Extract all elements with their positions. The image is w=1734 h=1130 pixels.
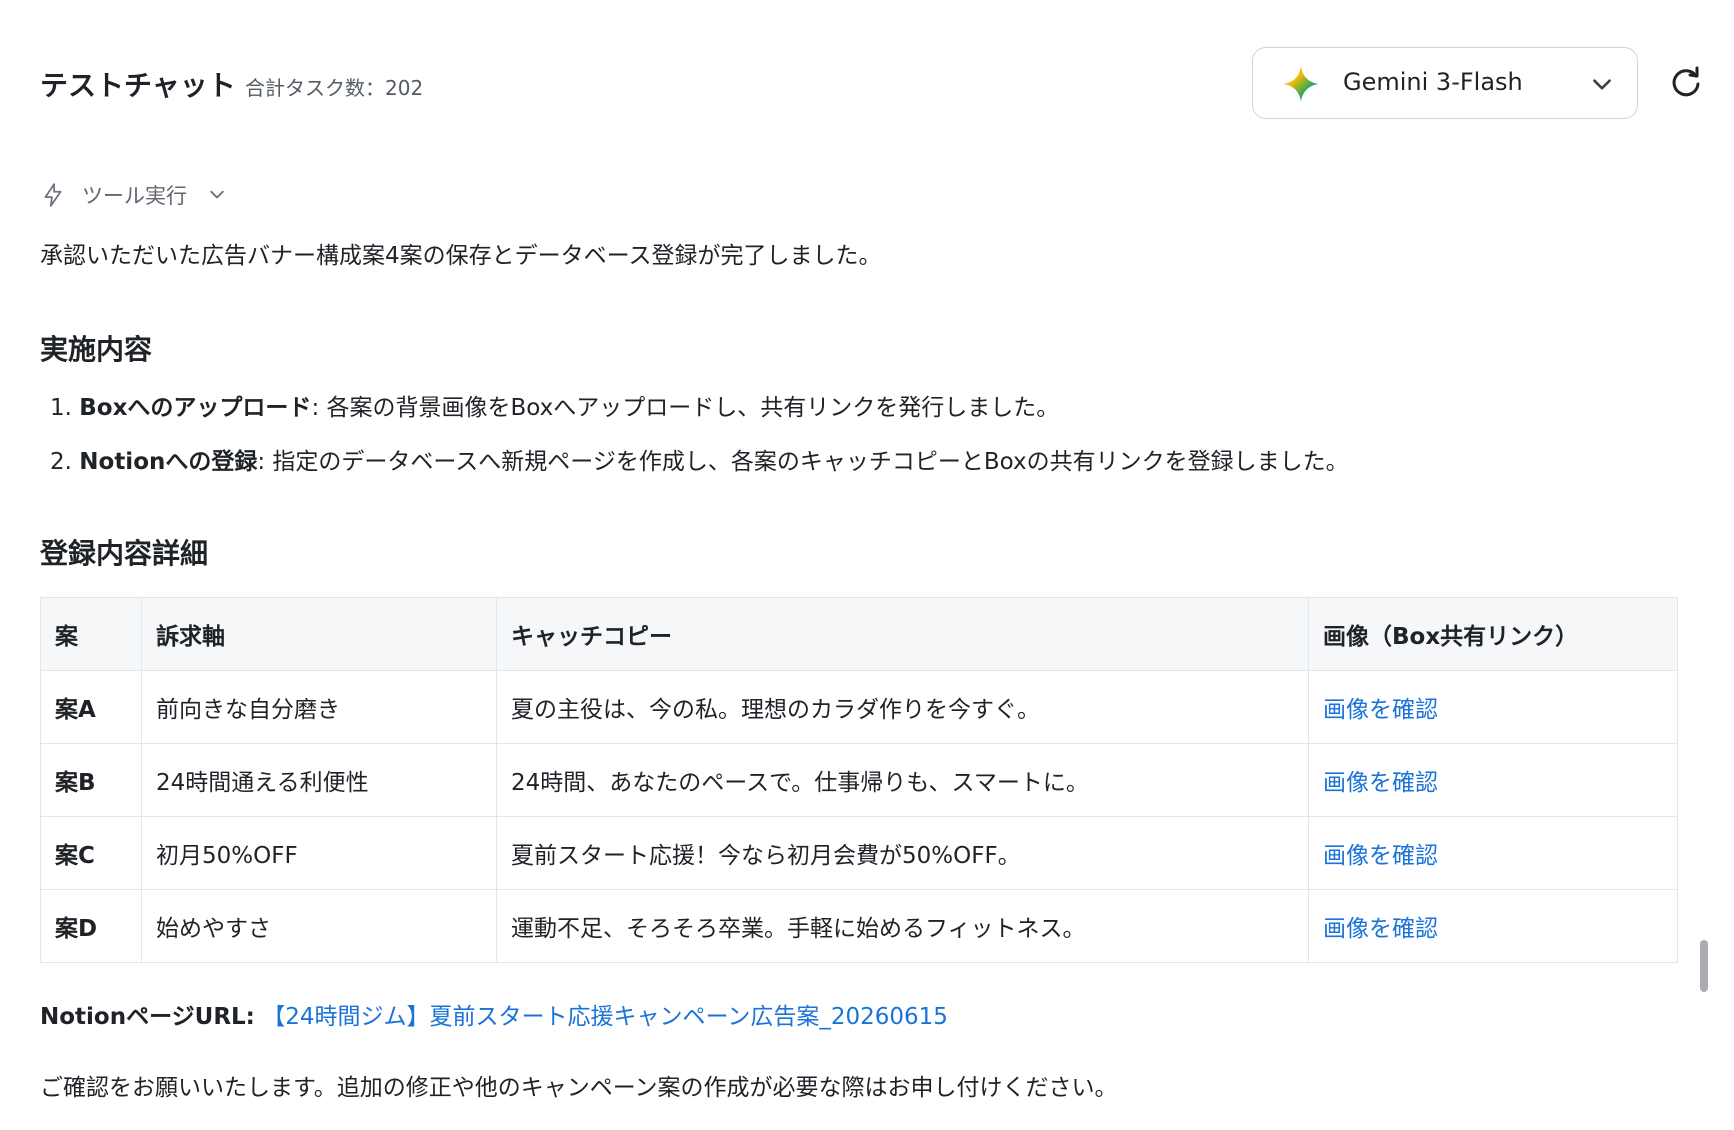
chevron-down-icon	[1593, 79, 1611, 90]
section-title-details: 登録内容詳細	[40, 537, 209, 570]
cell-axis: 初月50%OFF	[141, 816, 497, 890]
view-image-link[interactable]: 画像を確認	[1323, 697, 1438, 723]
list-item: 2. Notionへの登録: 指定のデータベースへ新規ページを作成し、各案のキャ…	[50, 442, 1349, 476]
list-item-text: : 各案の背景画像をBoxへアップロードし、共有リンクを発行しました。	[311, 395, 1060, 421]
cell-copy: 夏前スタート応援！今なら初月会費が50%OFF。	[496, 816, 1309, 890]
column-header-axis: 訴求軸	[141, 597, 497, 671]
table-header-row: 案 訴求軸 キャッチコピー 画像（Box共有リンク）	[40, 597, 1678, 671]
table-row: 案D 始めやすさ 運動不足、そろそろ卒業。手軽に始めるフィットネス。 画像を確認	[40, 889, 1678, 963]
section-title-actions: 実施内容	[40, 333, 153, 366]
list-number: 2.	[50, 449, 72, 475]
column-header-copy: キャッチコピー	[496, 597, 1309, 671]
message-intro: 承認いただいた広告バナー構成案4案の保存とデータベース登録が完了しました。	[40, 243, 882, 269]
cell-plan: 案C	[40, 816, 142, 890]
list-item: 1. Boxへのアップロード: 各案の背景画像をBoxへアップロードし、共有リン…	[50, 388, 1059, 422]
chevron-down-icon	[210, 190, 224, 199]
cell-copy: 運動不足、そろそろ卒業。手軽に始めるフィットネス。	[496, 889, 1309, 963]
message-closing: ご確認をお願いいたします。追加の修正や他のキャンペーン案の作成が必要な際はお申し…	[40, 1075, 1118, 1101]
task-count: 合計タスク数：202	[245, 76, 424, 100]
refresh-icon[interactable]	[1668, 64, 1704, 100]
page-title: テストチャット	[40, 69, 236, 102]
cell-plan: 案B	[40, 743, 142, 817]
list-item-text: : 指定のデータベースへ新規ページを作成し、各案のキャッチコピーとBoxの共有リ…	[257, 449, 1349, 475]
column-header-plan: 案	[40, 597, 142, 671]
cell-copy: 夏の主役は、今の私。理想のカラダ作りを今すぐ。	[496, 670, 1309, 744]
table-row: 案A 前向きな自分磨き 夏の主役は、今の私。理想のカラダ作りを今すぐ。 画像を確…	[40, 670, 1678, 744]
cell-axis: 前向きな自分磨き	[141, 670, 497, 744]
cell-plan: 案D	[40, 889, 142, 963]
column-header-image: 画像（Box共有リンク）	[1308, 597, 1678, 671]
cell-image: 画像を確認	[1308, 670, 1678, 744]
tool-execution-label: ツール実行	[82, 184, 187, 208]
cell-axis: 24時間通える利便性	[141, 743, 497, 817]
list-number: 1.	[50, 395, 72, 421]
registration-table: 案 訴求軸 キャッチコピー 画像（Box共有リンク） 案A 前向きな自分磨き 夏…	[40, 597, 1678, 963]
view-image-link[interactable]: 画像を確認	[1323, 843, 1438, 869]
table-row: 案B 24時間通える利便性 24時間、あなたのペースで。仕事帰りも、スマートに。…	[40, 743, 1678, 817]
model-selector[interactable]: Gemini 3-Flash	[1252, 47, 1638, 119]
cell-image: 画像を確認	[1308, 743, 1678, 817]
cell-plan: 案A	[40, 670, 142, 744]
gemini-sparkle-icon	[1283, 66, 1319, 102]
lightning-icon	[44, 183, 62, 207]
list-item-title: Boxへのアップロード	[79, 395, 312, 421]
table-row: 案C 初月50%OFF 夏前スタート応援！今なら初月会費が50%OFF。 画像を…	[40, 816, 1678, 890]
model-label: Gemini 3-Flash	[1343, 68, 1523, 96]
view-image-link[interactable]: 画像を確認	[1323, 770, 1438, 796]
cell-copy: 24時間、あなたのペースで。仕事帰りも、スマートに。	[496, 743, 1309, 817]
cell-axis: 始めやすさ	[141, 889, 497, 963]
chat-header: テストチャット 合計タスク数：202 Gemini 3-Flash	[0, 0, 1734, 165]
cell-image: 画像を確認	[1308, 889, 1678, 963]
notion-url-label: NotionページURL:	[40, 1004, 255, 1030]
notion-page-link[interactable]: 【24時間ジム】夏前スタート応援キャンペーン広告案_20260615	[262, 1004, 948, 1030]
notion-url-line: NotionページURL: 【24時間ジム】夏前スタート応援キャンペーン広告案_…	[40, 997, 948, 1031]
tool-execution-toggle[interactable]: ツール実行	[40, 178, 227, 212]
scrollbar-thumb[interactable]	[1700, 940, 1708, 992]
list-item-title: Notionへの登録	[79, 449, 258, 475]
view-image-link[interactable]: 画像を確認	[1323, 916, 1438, 942]
cell-image: 画像を確認	[1308, 816, 1678, 890]
